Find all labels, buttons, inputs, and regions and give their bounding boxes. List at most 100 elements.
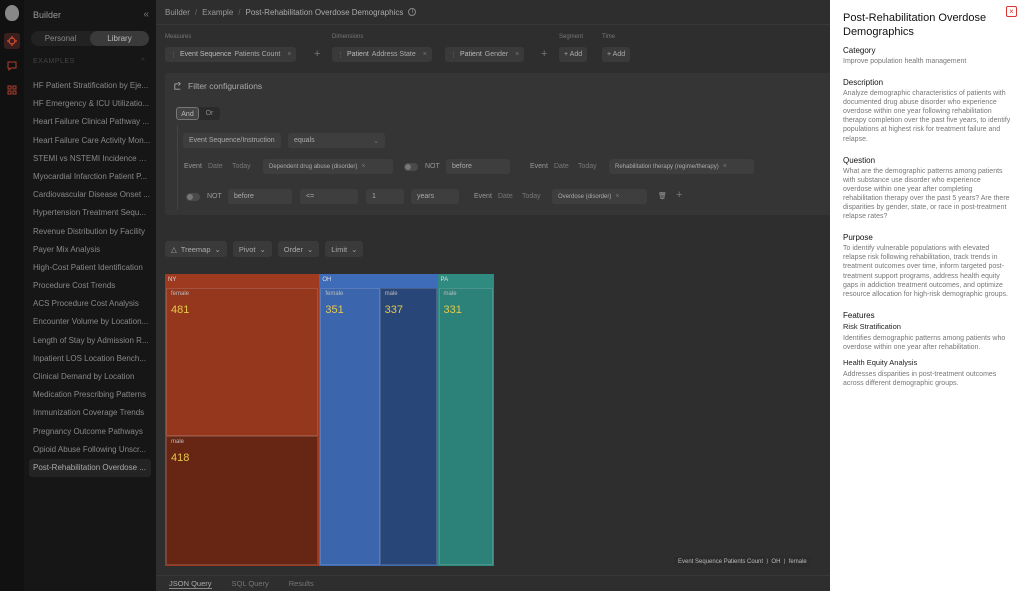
remove-event2-icon[interactable]: × (723, 163, 727, 170)
event3-select[interactable]: Overdose (disorder) × (552, 189, 647, 204)
treemap-cell-ny-male[interactable]: male 418 (166, 436, 319, 565)
filter-operator-select[interactable]: equals ⌄ (288, 133, 385, 148)
remove-measure-icon[interactable]: × (287, 51, 291, 58)
treemap-group-oh[interactable]: OH female 351 male 337 (319, 274, 438, 566)
treemap-cell-pa-male[interactable]: male 331 (438, 288, 494, 565)
today-option[interactable]: Today (232, 163, 251, 170)
sidebar-item[interactable]: Myocardial Infarction Patient P... (29, 168, 151, 186)
before-select[interactable]: before (228, 189, 292, 204)
number-stepper[interactable]: 1 (366, 189, 404, 204)
chat-nav-icon[interactable] (4, 58, 20, 74)
drag-handle-icon[interactable]: ⋮ (170, 51, 177, 59)
add-dimension-icon[interactable]: + (541, 48, 547, 60)
collapse-sidebar-icon[interactable]: « (143, 9, 149, 20)
remove-event1-icon[interactable]: × (361, 163, 365, 170)
treemap-cell-oh-female[interactable]: female 351 (320, 288, 380, 565)
add-measure-icon[interactable]: + (314, 48, 320, 60)
sidebar-item[interactable]: STEMI vs NSTEMI Incidence Tr... (29, 150, 151, 168)
sidebar-item[interactable]: Encounter Volume by Location... (29, 313, 151, 331)
event1-select[interactable]: Dependent drug abuse (disorder) × (263, 159, 393, 174)
sidebar-item[interactable]: Revenue Distribution by Facility (29, 223, 151, 241)
sidebar-item[interactable]: Procedure Cost Trends (29, 277, 151, 295)
sidebar-item[interactable]: Pregnancy Outcome Pathways (29, 423, 151, 441)
sidebar-item[interactable]: Hypertension Treatment Sequ... (29, 204, 151, 222)
filter-field-select[interactable]: Event Sequence/Instruction (183, 133, 281, 148)
measure-chip[interactable]: ⋮ Event Sequence Patients Count × (165, 47, 297, 62)
treemap-group-pa[interactable]: PA male 331 (437, 274, 495, 566)
and-option[interactable]: And (176, 107, 199, 120)
tab-personal[interactable]: Personal (31, 31, 90, 46)
chart-tooltip: Event Sequence Patients Count ⟩ OH ⟩ fem… (674, 556, 811, 567)
date-option[interactable]: Date (554, 163, 569, 170)
event-option[interactable]: Event (530, 163, 548, 170)
pivot-button[interactable]: Pivot ⌄ (232, 241, 272, 257)
sidebar-item[interactable]: Cardiovascular Disease Onset ... (29, 186, 151, 204)
drag-handle-icon[interactable]: ⋮ (450, 51, 457, 59)
add-time-button[interactable]: + Add (602, 47, 631, 62)
remove-dimension-icon[interactable]: × (423, 51, 427, 58)
builder-nav-icon[interactable] (4, 33, 20, 49)
breadcrumb-example[interactable]: Example (202, 8, 233, 17)
today-option[interactable]: Today (578, 163, 597, 170)
filter-operator-label: equals (294, 137, 315, 144)
sidebar-item[interactable]: Payer Mix Analysis (29, 241, 151, 259)
chevron-up-icon: ^ (141, 58, 145, 65)
add-segment-button[interactable]: + Add (559, 47, 588, 62)
sidebar-item[interactable]: ACS Procedure Cost Analysis (29, 295, 151, 313)
sidebar-item[interactable]: Heart Failure Clinical Pathway ... (29, 113, 151, 131)
date-option[interactable]: Date (498, 193, 513, 200)
sidebar-item[interactable]: Clinical Demand by Location (29, 368, 151, 386)
sidebar-item[interactable]: Medication Prescribing Patterns (29, 386, 151, 404)
order-button[interactable]: Order ⌄ (277, 241, 320, 257)
sidebar-item[interactable]: Inpatient LOS Location Bench... (29, 350, 151, 368)
remove-event3-icon[interactable]: × (615, 193, 619, 200)
limit-button[interactable]: Limit ⌄ (325, 241, 364, 257)
today-option[interactable]: Today (522, 193, 541, 200)
event-option[interactable]: Event (474, 193, 492, 200)
examples-section-header[interactable]: EXAMPLES ^ (33, 58, 145, 65)
breadcrumb-builder[interactable]: Builder (165, 8, 190, 17)
order-label: Order (283, 244, 303, 254)
filter-header[interactable]: Filter configurations (173, 81, 262, 91)
sidebar-item[interactable]: Post-Rehabilitation Overdose ... (29, 458, 151, 478)
event2-select[interactable]: Rehabilitation therapy (regime/therapy) … (609, 159, 754, 174)
tab-sql-query[interactable]: SQL Query (232, 579, 269, 588)
unit-select[interactable]: years (411, 189, 459, 204)
info-icon[interactable]: i (408, 8, 417, 16)
add-filter-icon[interactable]: + (676, 189, 682, 201)
before-select[interactable]: before (446, 159, 510, 174)
trash-icon[interactable]: 🗑 (658, 192, 667, 200)
tab-results[interactable]: Results (289, 579, 314, 588)
treemap-cell-ny-female[interactable]: female 481 (166, 288, 319, 437)
chart-type-button[interactable]: △ Treemap ⌄ (165, 241, 227, 257)
not-toggle[interactable] (186, 193, 200, 201)
sidebar-item[interactable]: Heart Failure Care Activity Mon... (29, 132, 151, 150)
tab-library[interactable]: Library (90, 31, 149, 46)
add-time-label: + Add (607, 51, 626, 58)
sidebar-item[interactable]: HF Patient Stratification by Eje... (29, 77, 151, 95)
filter-field-label: Event Sequence/Instruction (189, 137, 275, 144)
event-option[interactable]: Event (184, 163, 202, 170)
dimension-chip-gender[interactable]: ⋮ Patient Gender × (445, 47, 525, 62)
treemap-group-ny[interactable]: NY female 481 male 418 (165, 274, 320, 566)
dimension-chip-state[interactable]: ⋮ Patient Address State × (332, 47, 432, 62)
or-option[interactable]: Or (199, 107, 220, 120)
drag-handle-icon[interactable]: ⋮ (337, 51, 344, 59)
sidebar-item[interactable]: HF Emergency & ICU Utilizatio... (29, 95, 151, 113)
sidebar-item[interactable]: Opioid Abuse Following Unscr... (29, 441, 151, 459)
segment-label: Segment (559, 34, 584, 40)
and-or-toggle: And Or (176, 107, 220, 120)
treemap-icon: △ (171, 244, 177, 254)
sidebar-item[interactable]: High-Cost Patient Identification (29, 259, 151, 277)
dimension-name: Address State (371, 51, 416, 58)
treemap-cell-oh-male[interactable]: male 337 (379, 288, 437, 565)
sidebar-item[interactable]: Length of Stay by Admission R... (29, 332, 151, 350)
date-option[interactable]: Date (208, 163, 223, 170)
comparator-select[interactable]: <= (300, 189, 358, 204)
close-icon[interactable]: × (1006, 6, 1017, 17)
tab-json-query[interactable]: JSON Query (169, 579, 212, 589)
grid-nav-icon[interactable] (4, 82, 20, 98)
remove-dimension-icon[interactable]: × (515, 51, 519, 58)
not-toggle[interactable] (404, 163, 418, 171)
sidebar-item[interactable]: Immunization Coverage Trends (29, 404, 151, 422)
